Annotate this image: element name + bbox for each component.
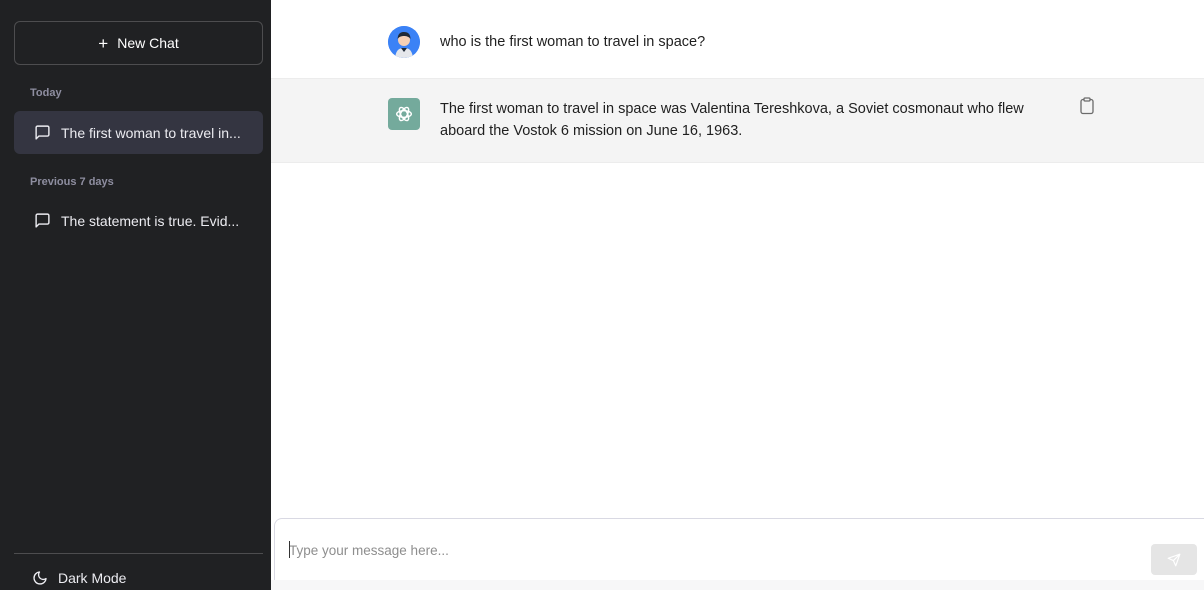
send-button[interactable]: [1151, 544, 1197, 575]
message-composer: [274, 518, 1204, 580]
assistant-avatar: [388, 98, 420, 130]
chat-history-label: The first woman to travel in...: [61, 124, 241, 141]
text-caret: [289, 541, 290, 558]
moon-icon: [33, 571, 47, 585]
chat-panel: who is the first woman to travel in spac…: [271, 0, 1204, 590]
user-avatar: [388, 26, 420, 58]
message-input[interactable]: [289, 539, 989, 561]
new-chat-label: New Chat: [117, 35, 179, 51]
user-message-row: who is the first woman to travel in spac…: [271, 0, 1204, 78]
bottom-strip: [271, 580, 1204, 590]
plus-icon: +: [98, 33, 109, 53]
dark-mode-label: Dark Mode: [58, 570, 127, 586]
chat-history-item[interactable]: The first woman to travel in...: [14, 111, 263, 154]
send-icon: [1167, 553, 1181, 566]
section-label-previous-7-days: Previous 7 days: [30, 176, 114, 188]
sidebar-divider: [14, 553, 263, 554]
section-label-today: Today: [30, 87, 62, 99]
new-chat-button[interactable]: + New Chat: [14, 21, 263, 65]
sidebar: + New Chat Today The first woman to trav…: [0, 0, 271, 590]
clipboard-icon[interactable]: [1079, 97, 1095, 120]
dark-mode-toggle[interactable]: Dark Mode: [14, 566, 126, 590]
assistant-message-row: The first woman to travel in space was V…: [271, 78, 1204, 163]
openai-logo-icon: [395, 106, 413, 122]
user-message-text: who is the first woman to travel in spac…: [440, 34, 706, 50]
chat-bubble-icon: [35, 213, 50, 228]
chat-history-item[interactable]: The statement is true. Evid...: [14, 199, 263, 242]
chat-history-label: The statement is true. Evid...: [61, 212, 240, 229]
assistant-message-text: The first woman to travel in space was V…: [440, 101, 1024, 139]
chat-bubble-icon: [35, 125, 50, 140]
